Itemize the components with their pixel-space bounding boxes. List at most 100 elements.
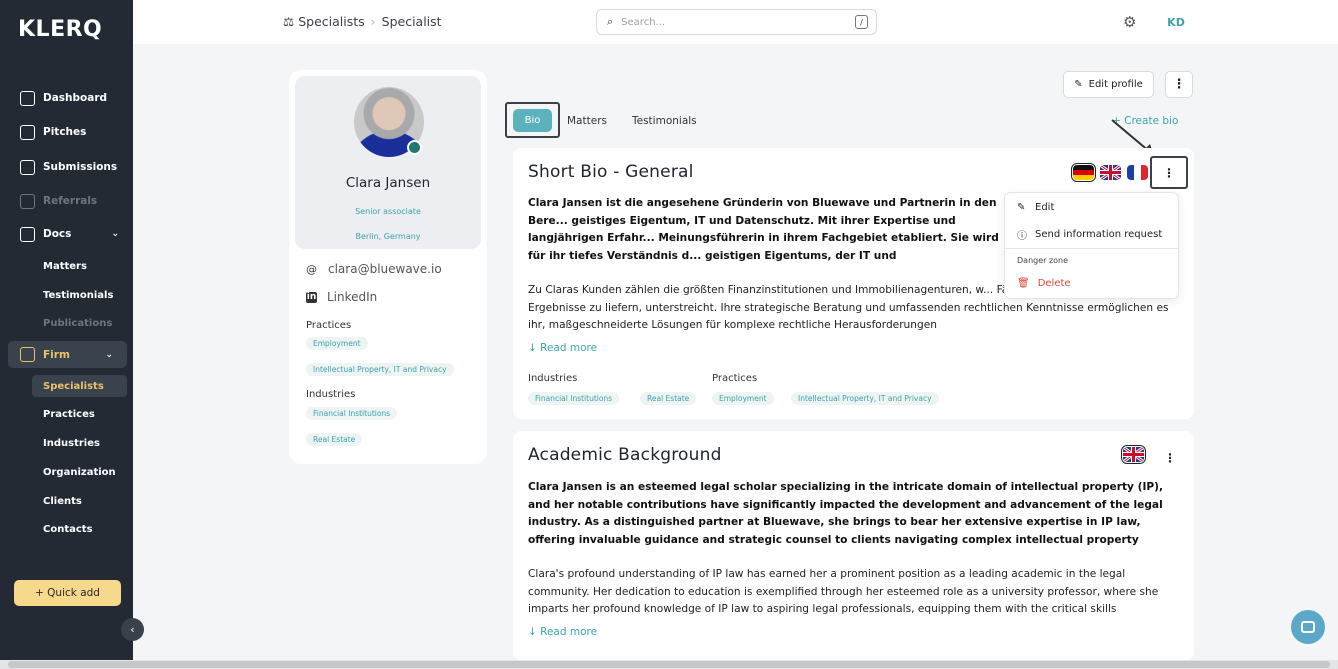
search-icon: ⌕ [607,15,614,28]
linkedin-icon: in [306,291,317,303]
gear-icon[interactable]: ⚙ [1123,13,1136,31]
sidebar-item-dashboard[interactable]: Dashboard [0,85,133,111]
industries-label: Industries [306,389,356,400]
sidebar-item-label: Firm [43,348,70,361]
sidebar-subitem-specialists[interactable]: Specialists [32,375,127,397]
practice-chip: Intellectual Property, IT and Privacy [306,363,454,376]
menu-item-send-request[interactable]: ⓘ Send information request [1017,227,1162,242]
profile-linkedin[interactable]: in LinkedIn [306,290,377,304]
sidebar-subitem-clients[interactable]: Clients [32,490,127,512]
collapse-sidebar-button[interactable]: ‹ [121,618,144,641]
topbar: ⚖ Specialists › Specialist ⌕ Search... / ⚙… [133,0,1338,44]
edit-icon: ✎ [1017,202,1026,213]
tab-bio[interactable]: Bio [513,109,552,132]
flag-uk-icon[interactable] [1121,445,1146,464]
bio-summary: Clara Jansen is an esteemed legal schola… [528,481,1164,546]
folder-icon [20,226,35,242]
industry-chip: Financial Institutions [306,407,398,420]
info-icon: ⓘ [1017,231,1027,242]
more-options-button[interactable]: ⋮ [1165,71,1193,98]
profile-name: Clara Jansen [345,175,431,191]
search-placeholder: Search... [621,16,666,28]
tab-testimonials[interactable]: Testimonials [632,115,697,127]
sidebar-item-label: Docs [43,228,72,240]
linkedin-text: LinkedIn [327,290,378,304]
sidebar-item-label: Dashboard [43,92,108,104]
chevron-down-icon: ⌄ [105,349,113,360]
sidebar-item-referrals[interactable]: Referrals [0,188,133,214]
sidebar-item-label: Referrals [43,195,98,207]
flag-fr-icon[interactable] [1127,165,1148,180]
sidebar-subitem-industries[interactable]: Industries [32,432,127,454]
profile-location: Berlin, Germany [355,232,421,241]
language-flags [1121,445,1146,464]
chat-icon [20,193,35,209]
camera-icon[interactable] [407,140,422,155]
edit-profile-button[interactable]: ✎ Edit profile [1063,71,1154,98]
kebab-icon: ⋮ [1163,165,1175,180]
document-icon [20,159,35,175]
sidebar-subitem-organization[interactable]: Organization [32,461,127,483]
profile-role: Senior associate [355,207,421,216]
menu-item-edit[interactable]: ✎ Edit [1017,202,1054,213]
kebab-icon: ⋮ [1172,77,1186,92]
horizontal-scrollbar[interactable] [0,660,1338,669]
chat-bubble-icon[interactable] [1291,610,1325,644]
profile-email[interactable]: @ clara@bluewave.io [306,262,442,276]
sidebar-item-docs[interactable]: Docs ⌄ [0,221,133,247]
danger-zone-label: Danger zone [1017,256,1069,265]
industry-chip: Real Estate [640,392,697,405]
sidebar-subitem-contacts[interactable]: Contacts [32,518,127,540]
bio-card: Academic Background Clara Jansen is an e… [513,431,1194,660]
bio-title: Short Bio - General [528,162,694,182]
sidebar-item-submissions[interactable]: Submissions [0,154,133,180]
menu-item-delete[interactable]: 🗑 Delete [1017,278,1071,289]
breadcrumb-specialists[interactable]: Specialists [298,14,364,29]
search-input[interactable]: ⌕ Search... / [596,9,877,35]
tab-matters[interactable]: Matters [567,115,607,127]
bio-options-button[interactable]: ⋮ [1150,156,1188,189]
sidebar-subitem-matters[interactable]: Matters [32,255,127,277]
sidebar-subitem-publications[interactable]: Publications [32,312,127,334]
profile-card: Clara Jansen Senior associate Berlin, Ge… [289,70,487,464]
bio-summary: Clara Jansen ist die angesehene Gründeri… [528,197,999,262]
edit-profile-label: Edit profile [1088,79,1143,90]
at-icon: @ [306,262,317,276]
quick-add-button[interactable]: + Quick add [14,580,121,606]
read-more-link[interactable]: ↓ Read more [528,342,597,354]
menu-label: Edit [1035,202,1055,213]
practice-chip: Employment [712,392,774,405]
chevron-down-icon: ⌄ [111,229,119,239]
home-icon [20,90,35,106]
practice-chip: Intellectual Property, IT and Privacy [791,392,939,405]
bio-body: Clara's profound understanding of IP law… [528,568,1159,615]
app-logo[interactable]: KLERQ [18,17,102,42]
sidebar-item-label: Pitches [43,126,87,138]
breadcrumb-specialist: Specialist [381,14,442,29]
sidebar-item-label: Submissions [43,161,118,173]
scrollbar-thumb[interactable] [8,661,1330,668]
bank-icon: ⚖ [283,14,295,29]
sidebar-subitem-practices[interactable]: Practices [32,403,127,425]
read-more-link[interactable]: ↓ Read more [528,626,597,638]
breadcrumb-separator: › [370,14,376,29]
user-avatar[interactable]: KD [1163,11,1189,33]
sidebar-item-firm[interactable]: Firm ⌄ [8,341,127,368]
industry-chip: Real Estate [306,433,363,446]
menu-divider [1005,248,1178,249]
practices-label: Practices [306,320,352,331]
profile-header: Clara Jansen Senior associate Berlin, Ge… [295,76,481,249]
edit-icon: ✎ [1074,79,1083,90]
sidebar-subitem-testimonials[interactable]: Testimonials [32,284,127,306]
bio-title: Academic Background [528,445,722,465]
flag-uk-icon[interactable] [1100,165,1121,180]
flag-de-icon[interactable] [1071,163,1096,182]
sidebar-item-pitches[interactable]: Pitches [0,119,133,145]
sidebar: KLERQ Dashboard Pitches Submissions Refe… [0,0,133,660]
bio-context-menu: ✎ Edit ⓘ Send information request Danger z… [1004,192,1179,299]
bio-options-button[interactable]: ⋮ [1164,451,1176,465]
menu-label: Delete [1037,278,1071,289]
bank-icon [20,347,35,362]
email-text: clara@bluewave.io [328,262,442,276]
search-shortcut: / [855,15,868,29]
